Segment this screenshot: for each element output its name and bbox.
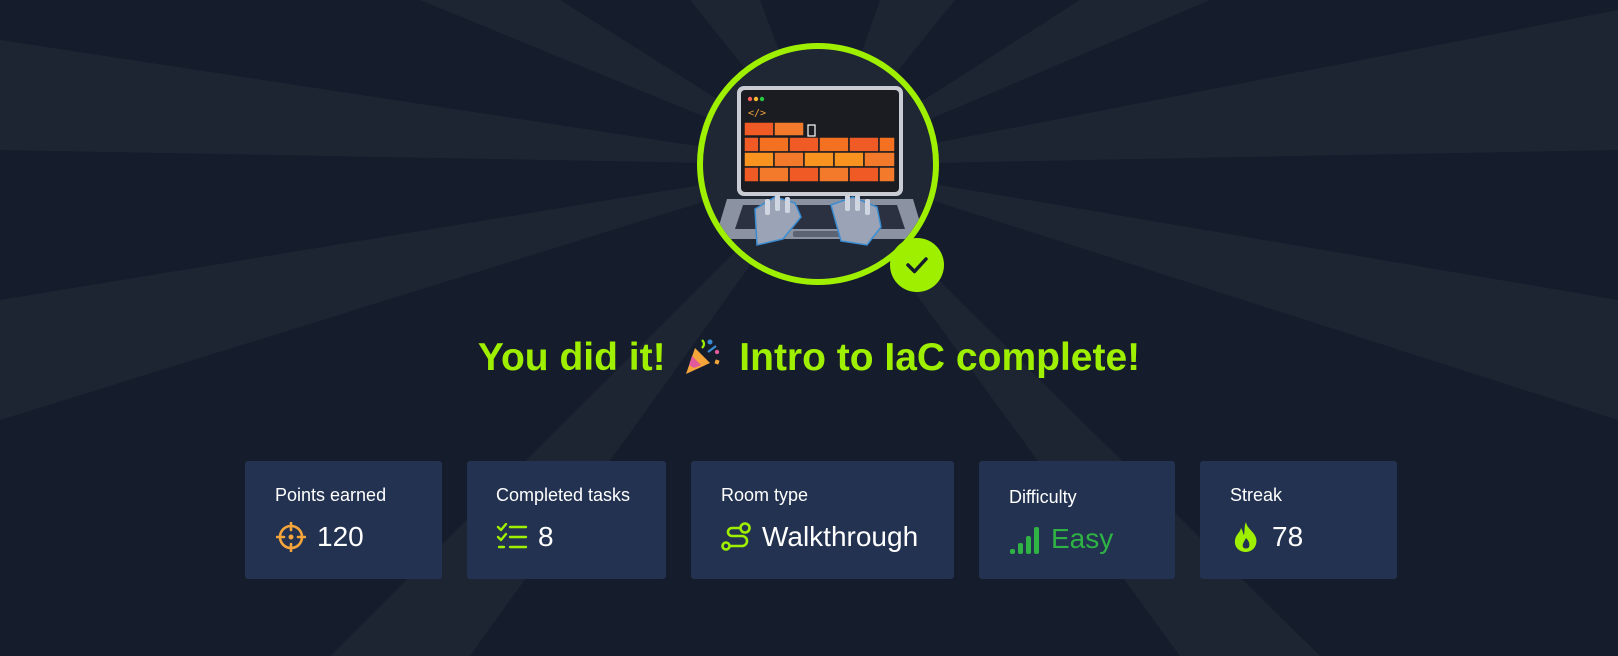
completion-title-prefix: You did it!	[477, 336, 666, 379]
stat-card-points: Points earned 120	[245, 461, 442, 579]
stat-card-difficulty: Difficulty Easy	[979, 461, 1175, 579]
stat-value: Walkthrough	[762, 521, 919, 552]
svg-text:</>: </>	[748, 108, 766, 119]
completion-title: You did it! Intro to IaC complete!	[0, 336, 1618, 386]
stat-label: Completed tasks	[496, 485, 631, 505]
signal-bars-icon	[1009, 523, 1041, 555]
stat-card-room-type: Room type Walkthrough	[691, 461, 954, 579]
crosshair-icon	[275, 521, 307, 553]
completion-title-suffix: Intro to IaC complete!	[739, 336, 1141, 379]
check-icon	[906, 257, 928, 274]
stat-label: Streak	[1230, 485, 1283, 505]
stat-value: 78	[1272, 521, 1304, 552]
route-icon	[720, 521, 752, 553]
stat-label: Room type	[721, 485, 809, 505]
stat-card-tasks: Completed tasks 8	[467, 461, 666, 579]
task-list-icon	[496, 521, 528, 553]
stat-label: Points earned	[275, 485, 387, 505]
completed-check-badge	[890, 238, 944, 292]
stat-card-streak: Streak 78	[1200, 461, 1397, 579]
stat-label: Difficulty	[1009, 487, 1077, 507]
stat-value: Easy	[1051, 523, 1114, 554]
room-badge: </>	[697, 43, 947, 293]
stat-value: 8	[538, 521, 554, 552]
flame-icon	[1230, 521, 1262, 553]
stat-value: 120	[317, 521, 364, 552]
party-popper-icon	[682, 336, 722, 386]
